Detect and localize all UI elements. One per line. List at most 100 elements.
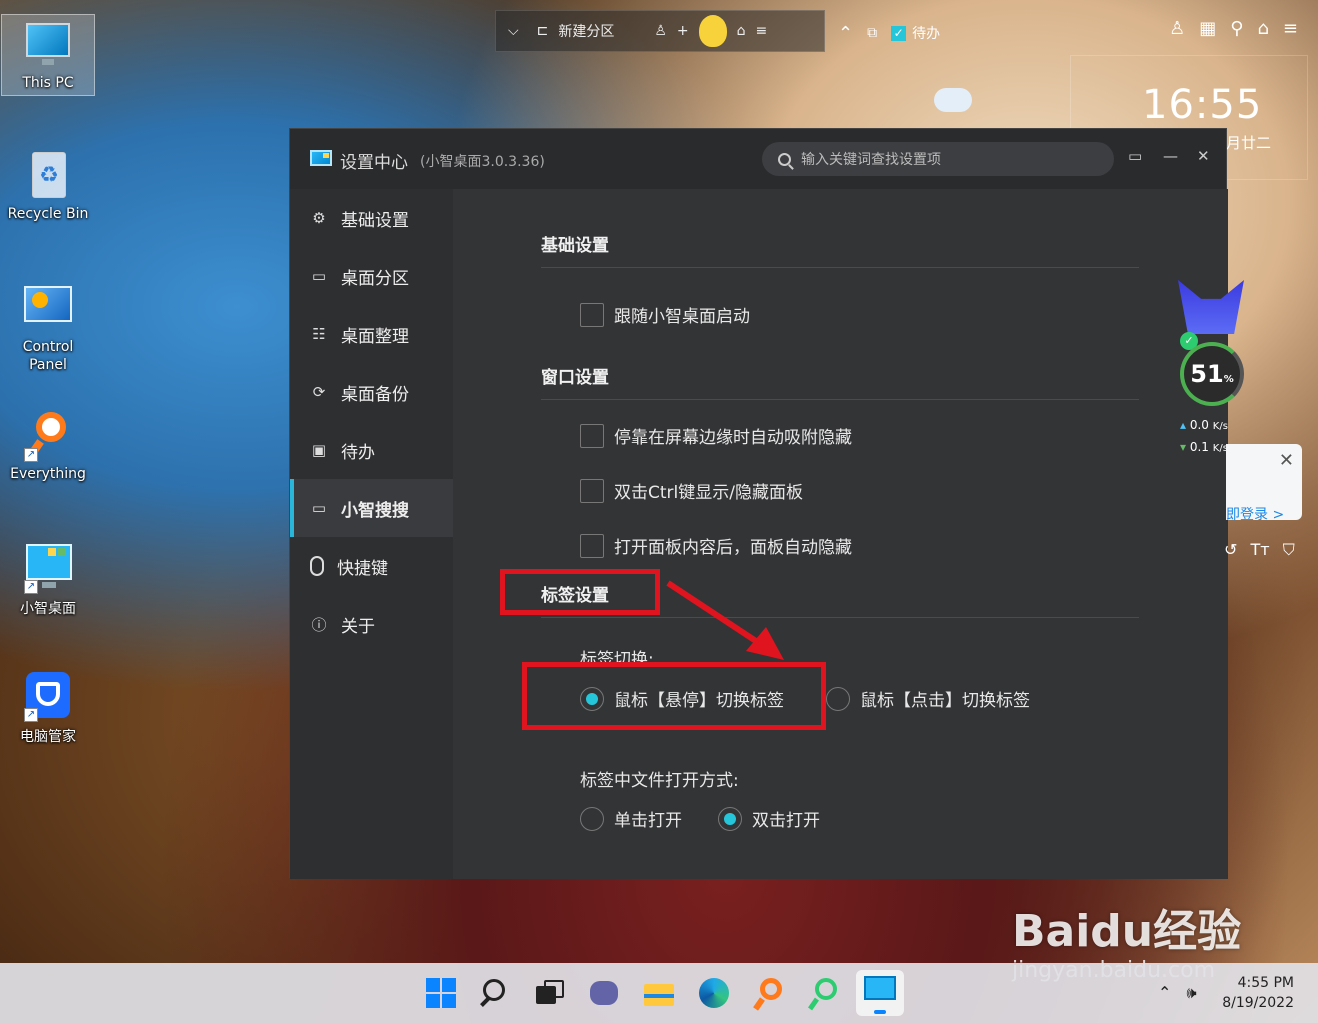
- windows-start-icon[interactable]: [424, 976, 458, 1010]
- checkbox[interactable]: [580, 302, 604, 327]
- nav-desktop-organize[interactable]: ☷ 桌面整理: [290, 305, 453, 363]
- checkbox[interactable]: [580, 478, 604, 503]
- desktop-icon-everything[interactable]: ↗ Everything: [1, 410, 95, 482]
- radio-button[interactable]: [580, 806, 604, 831]
- search-icon[interactable]: [478, 976, 512, 1010]
- desktop-icon-label: Control Panel: [22, 339, 74, 373]
- text-size-icon[interactable]: Tт: [1251, 540, 1270, 559]
- system-monitor-widget[interactable]: ✓ 51% ▴ 0.0 K/s ▾ 0.1 K/s: [1172, 280, 1252, 470]
- nav-shortcuts[interactable]: 快捷键: [290, 537, 453, 595]
- window-title: 设置中心: [340, 153, 408, 173]
- undo-icon[interactable]: ↺: [1224, 540, 1237, 559]
- option-label: 打开面板内容后，面板自动隐藏: [614, 538, 852, 558]
- calendar-icon: ▣: [311, 441, 327, 459]
- monitor-icon: ▭: [311, 267, 327, 285]
- radio-label: 单击打开: [614, 811, 682, 831]
- app-logo-icon: [310, 150, 332, 166]
- option-autohide-after-open[interactable]: 打开面板内容后，面板自动隐藏: [580, 533, 852, 558]
- checkbox[interactable]: [580, 533, 604, 558]
- minimize-button[interactable]: —: [1163, 147, 1178, 165]
- window-version: (小智桌面3.0.3.36): [420, 154, 545, 170]
- filter-icon[interactable]: ⛉: [1283, 540, 1295, 559]
- list-icon: ☷: [312, 325, 326, 343]
- taskbar-clock[interactable]: 4:55 PM 8/19/2022: [1222, 973, 1294, 1013]
- shield-icon: ↗: [22, 670, 74, 722]
- option-double-ctrl[interactable]: 双击Ctrl键显示/隐藏面板: [580, 478, 803, 503]
- settings-content: 基础设置 跟随小智桌面启动 窗口设置 停靠在屏幕边缘时自动吸附隐藏 双击Ctrl…: [453, 189, 1228, 879]
- chat-icon[interactable]: [587, 976, 621, 1010]
- window-restore-icon[interactable]: ⧉: [867, 25, 877, 41]
- option-label: 跟随小智桌面启动: [614, 307, 750, 327]
- shirt-icon[interactable]: ⌂: [1257, 18, 1268, 39]
- everything-icon[interactable]: [752, 976, 786, 1011]
- radio-click-switch[interactable]: 鼠标【点击】切换标签: [826, 686, 1030, 711]
- feedback-icon[interactable]: ▭: [1128, 147, 1142, 165]
- top-right-toolbar: ♙ ▦ ⚲ ⌂ ≡: [1169, 18, 1298, 39]
- weather-icon: [934, 88, 972, 112]
- nav-about[interactable]: ⓘ 关于: [290, 595, 453, 653]
- nav-xiaozhi-search[interactable]: ▭ 小智搜搜: [290, 479, 453, 537]
- settings-search-input[interactable]: 输入关键词查找设置项: [762, 142, 1114, 176]
- desktop-icon-this-pc[interactable]: This PC: [1, 14, 95, 96]
- file-explorer-icon[interactable]: [642, 976, 676, 1010]
- desktop-icon-control-panel[interactable]: Control Panel: [1, 282, 95, 374]
- nav-basic-settings[interactable]: ⚙ 基础设置: [290, 189, 453, 247]
- desktop-icon-xiaozhi[interactable]: ↗ 小智桌面: [1, 542, 95, 618]
- radio-label: 鼠标【点击】切换标签: [860, 691, 1030, 711]
- login-link[interactable]: 即登录 >: [1226, 504, 1284, 524]
- volume-icon[interactable]: 🕪: [1187, 983, 1197, 1002]
- chevron-up-icon[interactable]: ⌃: [1158, 983, 1171, 1002]
- task-view-icon[interactable]: [532, 976, 566, 1010]
- nav-desktop-partition[interactable]: ▭ 桌面分区: [290, 247, 453, 305]
- settings-window: 设置中心 (小智桌面3.0.3.36) 输入关键词查找设置项 ▭ — ✕ ⚙ 基…: [289, 128, 1228, 879]
- desktop-icon-label: This PC: [22, 75, 74, 91]
- nav-todo[interactable]: ▣ 待办: [290, 421, 453, 479]
- close-button[interactable]: ✕: [1197, 147, 1210, 165]
- chevron-up-icon[interactable]: ⌃: [838, 23, 853, 44]
- chevron-down-icon[interactable]: ⌵: [508, 23, 519, 39]
- edge-browser-icon[interactable]: [697, 976, 731, 1010]
- radio-button[interactable]: [718, 806, 742, 831]
- option-label: 停靠在屏幕边缘时自动吸附隐藏: [614, 428, 852, 448]
- todo-label[interactable]: 待办: [912, 23, 940, 43]
- option-edge-autohide[interactable]: 停靠在屏幕边缘时自动吸附隐藏: [580, 423, 852, 448]
- nav-desktop-backup[interactable]: ⟳ 桌面备份: [290, 363, 453, 421]
- divider: [541, 267, 1139, 268]
- close-icon[interactable]: ✕: [1279, 450, 1294, 471]
- desktop-partition-bar[interactable]: ⌵ ⊏ 新建分区 ♙ + ⌂ ≡: [495, 10, 825, 52]
- user-icon[interactable]: ♙: [1169, 18, 1185, 39]
- menu-icon[interactable]: ≡: [1283, 18, 1298, 39]
- partition-title[interactable]: 新建分区: [558, 21, 614, 41]
- user-icon[interactable]: ♙: [654, 23, 667, 39]
- xiaozhi-desktop-icon[interactable]: [856, 970, 904, 1016]
- partition-icon: ⊏: [536, 23, 549, 39]
- desktop-icon-pc-manager[interactable]: ↗ 电脑管家: [1, 670, 95, 746]
- calendar-icon[interactable]: ▦: [1199, 18, 1216, 39]
- desktop-icon-label: 电脑管家: [20, 729, 76, 745]
- section-title-basic: 基础设置: [541, 236, 609, 256]
- radio-double-click-open[interactable]: 双击打开: [718, 806, 820, 831]
- search-app-icon[interactable]: [807, 976, 841, 1011]
- settings-sidebar: ⚙ 基础设置 ▭ 桌面分区 ☷ 桌面整理 ⟳ 桌面备份 ▣ 待办 ▭ 小智搜搜 …: [290, 189, 453, 879]
- checkbox-checked-icon: ✓: [891, 25, 907, 41]
- baidu-watermark: Baidu经验: [1012, 906, 1242, 957]
- clock-time: 16:55: [1142, 82, 1263, 128]
- todo-bar[interactable]: ⌃ ⧉ ✓ 待办: [838, 14, 940, 52]
- option-label: 双击Ctrl键显示/隐藏面板: [614, 483, 803, 503]
- radio-button[interactable]: [826, 686, 850, 711]
- menu-icon[interactable]: ≡: [756, 23, 768, 39]
- option-follow-startup[interactable]: 跟随小智桌面启动: [580, 302, 750, 327]
- divider: [541, 399, 1139, 400]
- checkbox[interactable]: [580, 423, 604, 448]
- search-placeholder: 输入关键词查找设置项: [801, 152, 941, 168]
- radio-single-click-open[interactable]: 单击打开: [580, 806, 682, 831]
- percent-unit: %: [1223, 374, 1234, 385]
- search-magnifier-icon: ↗: [22, 410, 74, 462]
- memory-usage-gauge: 51%: [1180, 342, 1244, 406]
- shirt-icon[interactable]: ⌂: [737, 23, 746, 39]
- nav-label: 快捷键: [337, 558, 388, 579]
- plus-icon[interactable]: +: [677, 23, 689, 39]
- desktop-icon-recycle-bin[interactable]: ♻ Recycle Bin: [1, 150, 95, 222]
- search-icon[interactable]: ⚲: [1230, 18, 1243, 39]
- shortcut-arrow-icon: ↗: [24, 580, 38, 594]
